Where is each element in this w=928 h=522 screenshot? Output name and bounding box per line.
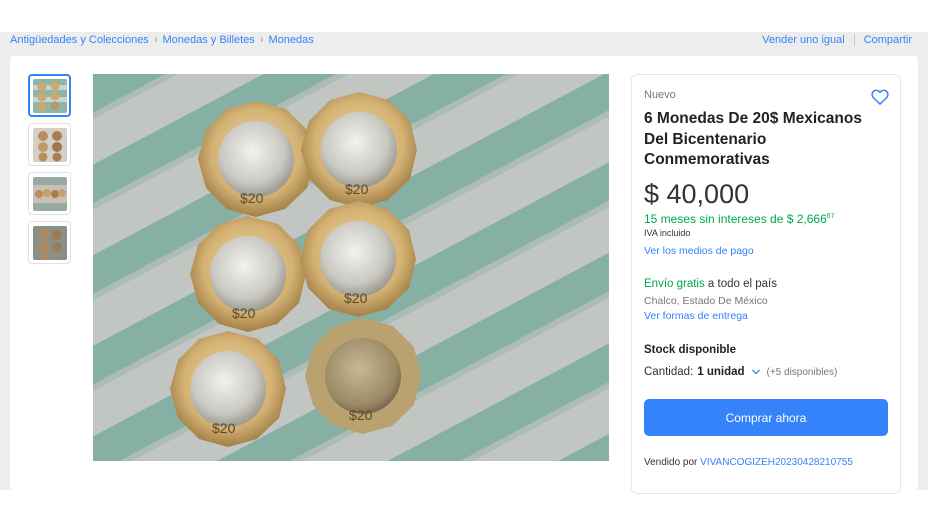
quantity-selector[interactable]: Cantidad: 1 unidad (+5 disponibles) (644, 366, 837, 378)
quantity-value[interactable]: 1 unidad (697, 366, 744, 378)
available-count: (+5 disponibles) (766, 366, 838, 378)
product-price: $ 40,000 (644, 179, 750, 209)
svg-text:$20: $20 (240, 190, 264, 206)
svg-text:$20: $20 (232, 305, 256, 321)
seller-info: Vendido por VIVANCOGIZEH20230428210755 (644, 457, 853, 468)
thumbnail-4[interactable] (28, 221, 71, 264)
breadcrumb-item-monedas-billetes[interactable]: Monedas y Billetes (162, 34, 254, 46)
svg-text:$20: $20 (349, 407, 373, 423)
free-shipping-label: Envío gratis (644, 278, 705, 290)
quantity-label: Cantidad: (644, 366, 694, 378)
iva-label: IVA incluido (644, 228, 691, 238)
thumbnail-image-1 (32, 78, 67, 113)
stock-label: Stock disponible (644, 344, 737, 356)
thumbnail-image-4 (32, 225, 67, 260)
top-white-band (0, 0, 928, 32)
breadcrumb-separator: › (259, 34, 264, 46)
bottom-white-band (0, 490, 928, 522)
installments-cents: 67 (826, 213, 835, 220)
divider (853, 34, 855, 46)
thumbnail-image-3 (32, 176, 67, 211)
sold-by-label: Vendido por (644, 457, 698, 468)
svg-text:$20: $20 (344, 290, 368, 306)
thumbnail-2[interactable] (28, 123, 71, 166)
shipping-info: Envío gratis a todo el país (644, 278, 777, 290)
thumbnail-image-2 (32, 127, 67, 162)
shipping-scope: a todo el país (704, 278, 777, 290)
thumbnail-1[interactable] (28, 74, 71, 117)
svg-text:$20: $20 (212, 420, 236, 436)
thumbnail-3[interactable] (28, 172, 71, 215)
delivery-methods-link[interactable]: Ver formas de entrega (644, 310, 748, 322)
breadcrumb-item-antiguedades[interactable]: Antigüedades y Colecciones (10, 34, 149, 46)
top-links: Vender uno igual Compartir (762, 34, 912, 46)
main-product-image[interactable]: $20 $20 $20 $20 $20 $20 (93, 74, 609, 461)
seller-location: Chalco, Estado De México (644, 295, 768, 307)
product-title: 6 Monedas De 20$ Mexicanos Del Bicentena… (644, 110, 862, 168)
breadcrumb-separator: › (153, 34, 158, 46)
purchase-panel: Nuevo 6 Monedas De 20$ Mexicanos Del Bic… (631, 74, 901, 494)
seller-link[interactable]: VIVANCOGIZEH20230428210755 (700, 457, 853, 468)
breadcrumb-item-monedas[interactable]: Monedas (268, 34, 313, 46)
breadcrumb: Antigüedades y Colecciones › Monedas y B… (10, 34, 314, 46)
svg-text:$20: $20 (345, 181, 369, 197)
sell-same-link[interactable]: Vender uno igual (762, 34, 845, 46)
condition-label: Nuevo (644, 89, 676, 101)
heart-icon[interactable] (870, 87, 890, 107)
payment-methods-link[interactable]: Ver los medios de pago (644, 245, 754, 257)
installments-info: 15 meses sin intereses de $ 2,66667 (644, 212, 835, 226)
chevron-down-icon[interactable] (751, 367, 761, 377)
installments-text: 15 meses sin intereses de $ 2,666 (644, 212, 827, 226)
share-link[interactable]: Compartir (864, 34, 912, 46)
buy-now-button[interactable]: Comprar ahora (644, 399, 888, 436)
